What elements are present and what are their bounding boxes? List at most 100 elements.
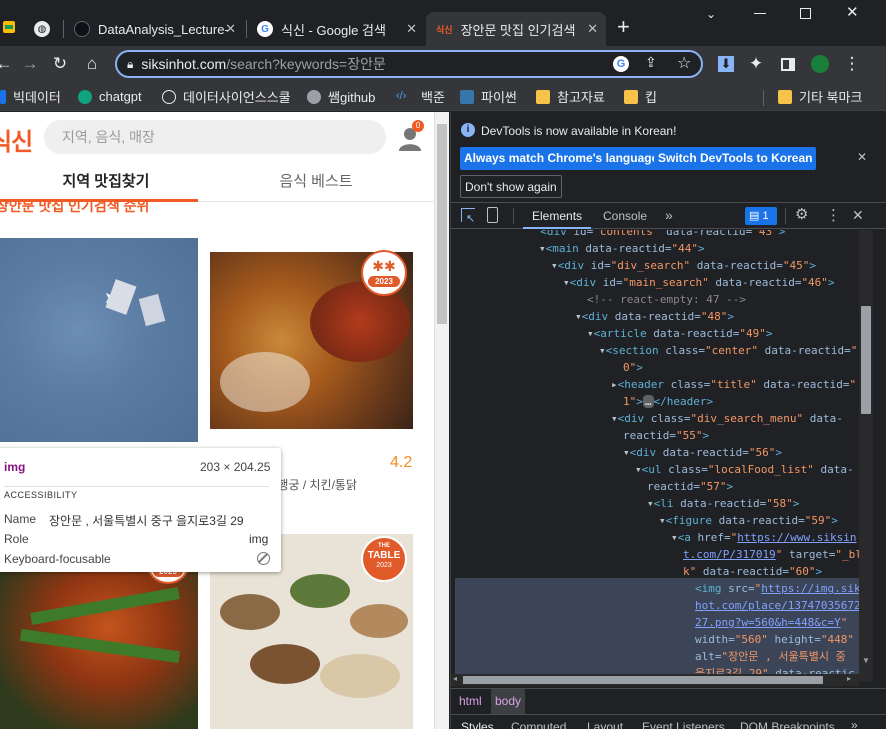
dont-show-again-button[interactable]: Don't show again	[460, 175, 562, 198]
code-icon: ‹/›	[396, 89, 407, 102]
dom-line[interactable]: 0">	[623, 359, 643, 376]
more-tabs-icon[interactable]: »	[665, 207, 673, 223]
elements-hscrollbar[interactable]: ◂ ▸	[451, 674, 859, 686]
close-icon[interactable]: ✕	[587, 21, 598, 37]
gear-icon[interactable]: ⚙	[795, 205, 808, 223]
siksin-icon: 식신	[436, 24, 453, 35]
breadcrumb-html[interactable]: html	[459, 689, 482, 714]
tab-google[interactable]: G 식신 - Google 검색 ✕	[247, 12, 425, 46]
dom-line[interactable]: ▾<li data-reactid="58">	[647, 495, 799, 512]
close-window-button[interactable]: ✕	[846, 3, 859, 21]
extensions-icon[interactable]: ✦	[744, 52, 768, 76]
bookmark-item[interactable]: 참고자료	[536, 87, 605, 106]
close-devtools-icon[interactable]: ✕	[852, 207, 864, 224]
close-icon[interactable]: ✕	[225, 21, 236, 37]
tab-siksin-active[interactable]: 식신 장안문 맛집 인기검색 ✕	[426, 12, 606, 46]
tab-elements[interactable]: Elements	[523, 203, 592, 229]
bookmark-item[interactable]: chatgpt	[78, 87, 142, 106]
dom-line[interactable]: ▾<main data-reactid="44">	[539, 240, 705, 257]
kebab-menu-icon[interactable]: ⋮	[840, 52, 864, 76]
dom-line[interactable]: ▾<div class="div_search_menu" data-	[611, 410, 843, 427]
dom-line[interactable]: ▾<ul class="localFood_list" data-	[635, 461, 854, 478]
close-banner-icon[interactable]: ✕	[857, 150, 867, 164]
reload-button[interactable]: ↻	[48, 52, 72, 76]
tab-layout[interactable]: Layout	[587, 720, 623, 729]
minimize-button[interactable]	[754, 13, 766, 14]
bookmark-item[interactable]: ‹/› 백준	[396, 87, 445, 106]
bookmark-item[interactable]: 빅데이터	[0, 87, 61, 106]
forward-button[interactable]: →	[18, 52, 42, 76]
user-icon[interactable]: 0	[397, 120, 425, 152]
dom-line[interactable]: 1">… </header>	[623, 393, 713, 410]
tab-console[interactable]: Console	[595, 203, 655, 229]
tab-region[interactable]: 지역 맛집찾기	[0, 164, 198, 202]
globe-icon	[162, 89, 176, 104]
dom-line[interactable]: t.com/P/317019" target="_bl	[683, 546, 859, 563]
dom-line[interactable]: ▾<div id="main_search" data-reactid="46"…	[563, 274, 835, 291]
profile-avatar[interactable]	[808, 52, 832, 76]
bookmark-item[interactable]: 쌤github	[307, 87, 375, 106]
kebab-menu-icon[interactable]: ⋮	[826, 206, 841, 224]
always-match-language-button[interactable]: Always match Chrome's language	[460, 147, 663, 170]
dom-line[interactable]: reactid="55">	[623, 427, 709, 444]
close-icon[interactable]: ✕	[406, 21, 417, 37]
side-panel-icon[interactable]	[776, 52, 800, 76]
dom-line[interactable]: ▾<article data-reactid="49">	[587, 325, 772, 342]
dom-line[interactable]: ▾<a href="https://www.siksin	[671, 529, 856, 546]
home-button[interactable]: ⌂	[80, 52, 104, 76]
dom-line[interactable]: <!-- react-empty: 47 -->	[587, 291, 746, 308]
elements-vscrollbar[interactable]: ▼	[859, 230, 873, 682]
issues-button[interactable]: ▤ 1	[745, 207, 777, 225]
restaurant-image[interactable]: ➤	[0, 238, 198, 442]
dom-line-selected[interactable]: width="560" height="448"	[695, 631, 854, 648]
the-table-badge: THE TABLE 2023	[361, 536, 407, 582]
dom-line[interactable]: ▾<figure data-reactid="59">	[659, 512, 838, 529]
device-toolbar-icon[interactable]	[487, 207, 498, 223]
tab-event-listeners[interactable]: Event Listeners	[642, 720, 725, 729]
share-icon[interactable]: ⇪	[645, 54, 657, 71]
breadcrumb-body[interactable]: body	[491, 689, 526, 714]
site-search-input[interactable]: 지역, 음식, 매장	[44, 120, 386, 154]
switch-to-korean-button[interactable]: Switch DevTools to Korean	[654, 147, 817, 170]
bookmark-item[interactable]: 파이썬	[460, 87, 517, 106]
chevron-down-icon[interactable]: ⌄	[706, 7, 716, 21]
dom-line-selected[interactable]: alt="장안문 , 서울특별시 중	[695, 648, 846, 665]
dom-line[interactable]: ▾<div id="div_search" data-reactid="45">	[551, 257, 816, 274]
inspect-element-icon[interactable]: ↖	[461, 208, 475, 225]
tab-food-best[interactable]: 음식 베스트	[198, 164, 434, 202]
more-tabs-icon[interactable]: »	[851, 718, 858, 729]
dom-line[interactable]: ▾<div data-reactid="48">	[575, 308, 734, 325]
back-button[interactable]: ←	[0, 52, 16, 76]
other-bookmarks[interactable]: 기타 북마크	[778, 87, 862, 106]
dom-line-selected[interactable]: hot.com/place/13747035672	[695, 597, 859, 614]
restaurant-image[interactable]	[0, 560, 198, 729]
bookmark-item[interactable]: 킵	[624, 87, 657, 106]
dom-line-selected[interactable]: <img src="https://img.sik	[695, 580, 859, 597]
site-logo[interactable]: 식신	[0, 122, 33, 157]
breadcrumb: html body	[451, 688, 886, 714]
dom-line[interactable]: ▸<header class="title" data-reactid="	[611, 376, 856, 393]
dom-line-selected[interactable]: 27.png?w=560&h=448&c=Y"	[695, 614, 847, 631]
dom-line[interactable]: <div id="contents" data-reactid="43">	[527, 230, 785, 240]
page-scrollbar[interactable]	[434, 112, 449, 729]
star-icon[interactable]: ☆	[677, 53, 691, 73]
dom-line[interactable]: reactid="57">	[647, 478, 733, 495]
tooltip-value: 장안문 , 서울특별시 중구 을지로3길 29	[49, 514, 244, 528]
tab-globe[interactable]: ◍	[24, 12, 62, 46]
dom-line[interactable]: ▾<section class="center" data-reactid="	[599, 342, 857, 359]
maximize-button[interactable]	[800, 8, 811, 19]
tab-computed[interactable]: Computed	[511, 720, 566, 729]
bookmark-item[interactable]: 데이터사이언스스쿨	[162, 87, 291, 106]
tab-dom-breakpoints[interactable]: DOM Breakpoints	[740, 720, 835, 729]
tab-search-icon[interactable]	[0, 18, 18, 36]
google-lens-icon[interactable]: G	[613, 56, 629, 72]
download-icon[interactable]: ⬇	[714, 52, 738, 76]
tab-styles[interactable]: Styles	[461, 720, 494, 729]
scrollbar-thumb[interactable]	[437, 124, 447, 324]
lock-icon[interactable]: 🔒︎	[127, 57, 133, 72]
new-tab-button[interactable]: +	[617, 16, 630, 38]
address-bar[interactable]: 🔒︎ siksinhot.com/search?keywords=장안문 G ⇪…	[115, 50, 703, 78]
dom-line[interactable]: ▾<div data-reactid="56">	[623, 444, 782, 461]
tab-github[interactable]: DataAnalysis_Lecture- ✕	[64, 12, 244, 46]
elements-tree[interactable]: <div id="contents" data-reactid="43"> ▾<…	[451, 230, 859, 682]
